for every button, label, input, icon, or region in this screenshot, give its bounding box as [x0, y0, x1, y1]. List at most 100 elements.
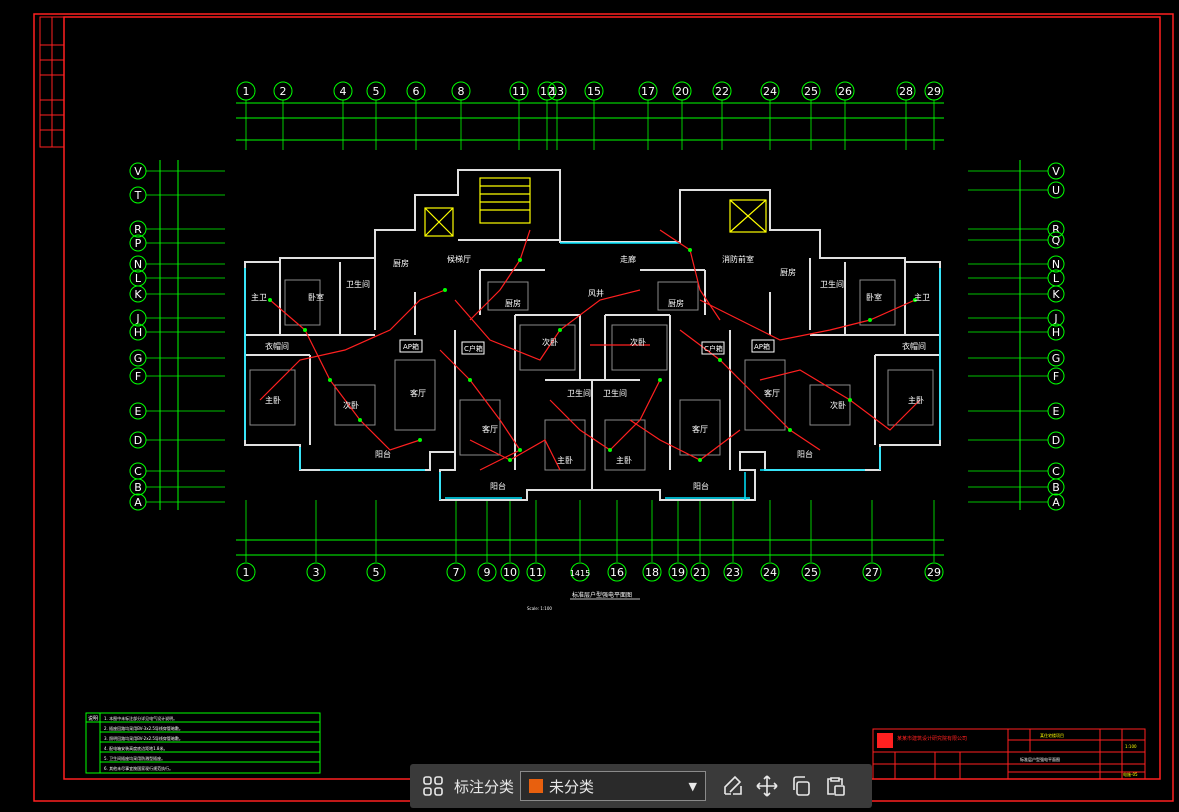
axis-label: K	[1052, 288, 1060, 301]
edit-icon[interactable]	[716, 769, 750, 803]
room-label: 次卧	[630, 337, 646, 347]
note-line: 3. 照明回路均采用BV-2x2.5导线穿管暗敷。	[104, 735, 183, 741]
axis-label: E	[135, 405, 142, 418]
axis-label: 11	[529, 566, 543, 579]
room-label: 厨房	[780, 267, 796, 277]
axis-label: 29	[927, 566, 941, 579]
axis-label: 22	[715, 85, 729, 98]
room-label: 次卧	[542, 337, 558, 347]
axis-label: 11	[512, 85, 526, 98]
axis-label: 9	[484, 566, 491, 579]
axis-label: 6	[413, 85, 420, 98]
axis-label: 15	[587, 85, 601, 98]
note-line: 5. 卫生间插座均采用防溅型插座。	[104, 755, 165, 761]
axis-label: 28	[899, 85, 913, 98]
note-line: 4. 配电箱安装高度底边距地1.8米。	[104, 745, 167, 751]
axis-label: 25	[804, 566, 818, 579]
panel-tag-texts: AP箱 C户箱 C户箱 AP箱	[403, 342, 770, 353]
axis-label: N	[134, 258, 142, 271]
axis-label: 27	[865, 566, 879, 579]
room-label: 衣帽间	[902, 341, 926, 351]
axis-label: J	[1053, 312, 1057, 325]
panel-tag: C户箱	[464, 344, 483, 353]
drawing-scale: 1:100	[1125, 744, 1137, 749]
copy-icon[interactable]	[784, 769, 818, 803]
axis-label: F	[135, 370, 141, 383]
axis-label: H	[1052, 326, 1060, 339]
room-label: 卧室	[308, 292, 324, 302]
axis-label: 17	[641, 85, 655, 98]
axis-label: 26	[838, 85, 852, 98]
axis-label: A	[1052, 496, 1060, 509]
floor-plan-walls	[244, 169, 941, 501]
category-dropdown[interactable]: 未分类 ▼	[520, 771, 707, 801]
move-icon[interactable]	[750, 769, 784, 803]
room-label: 卫生间	[346, 279, 370, 289]
room-label: 卫生间	[603, 388, 627, 398]
note-line: 6. 其他未尽事宜按国家现行规范执行。	[104, 765, 173, 771]
room-label: 次卧	[343, 400, 359, 410]
room-label: 卫生间	[820, 279, 844, 289]
axis-label: 4	[340, 85, 347, 98]
axis-label: 29	[927, 85, 941, 98]
category-selected: 未分类	[549, 777, 595, 796]
axis-label: T	[134, 189, 142, 202]
paste-icon[interactable]	[818, 769, 852, 803]
room-label: 客厅	[764, 388, 780, 398]
axis-label: B	[1052, 481, 1060, 494]
grid-view-icon[interactable]	[416, 769, 450, 803]
room-label: 厨房	[668, 298, 684, 308]
electrical-wiring	[259, 229, 921, 471]
room-label: 主卧	[557, 455, 573, 465]
company-logo	[877, 733, 893, 748]
notes-box: 说明 1. 本图中未标注部分详见电气设计说明。 2. 插座回路均采用BV-3x2…	[85, 712, 321, 774]
room-label: 衣帽间	[265, 341, 289, 351]
axis-label: 3	[313, 566, 320, 579]
category-color-swatch	[529, 779, 544, 793]
panel-tag: AP箱	[403, 342, 419, 351]
annotation-toolbar: 标注分类 未分类 ▼	[410, 764, 872, 808]
room-label: 候梯厅	[447, 254, 471, 264]
room-label: 走廊	[620, 254, 636, 264]
notes-header: 说明	[88, 715, 98, 722]
axis-label: V	[134, 165, 142, 178]
axis-label: 24	[763, 566, 777, 579]
axis-label: G	[1052, 352, 1061, 365]
left-binding-strip	[39, 16, 65, 148]
room-label: 次卧	[830, 400, 846, 410]
sheet-border	[33, 13, 1174, 802]
axis-label: N	[1052, 258, 1060, 271]
axis-label: L	[135, 272, 142, 285]
axis-label: 18	[645, 566, 659, 579]
plan-title: 标准层户型强电平面图	[572, 591, 632, 599]
cad-drawing-canvas[interactable]: 1 2 4 5 6 8 11 1213 15 17 20 22 24 25 26 28 29 1 3 5 7 9 10 11…	[0, 0, 1179, 812]
axis-label: 8	[458, 85, 465, 98]
axis-label: 20	[675, 85, 689, 98]
axis-label: H	[134, 326, 142, 339]
axis-label: 1415	[570, 569, 590, 578]
room-label: 阳台	[693, 481, 709, 491]
room-label: 主卫	[251, 292, 267, 302]
room-label: 阳台	[375, 449, 391, 459]
axis-label: P	[135, 237, 142, 250]
top-dimension-lines	[236, 102, 944, 141]
bottom-dimension-lines	[236, 539, 944, 556]
axis-label: U	[1052, 184, 1060, 197]
chevron-down-icon: ▼	[688, 779, 698, 793]
room-label: 厨房	[393, 258, 409, 268]
drawing-name: 标准层户型强电平面图	[1020, 756, 1060, 762]
axis-label: 5	[373, 85, 380, 98]
axis-label: E	[1053, 405, 1060, 418]
room-label: 客厅	[410, 388, 426, 398]
axis-label: L	[1053, 272, 1060, 285]
axis-label: V	[1052, 165, 1060, 178]
axis-label: C	[1052, 465, 1060, 478]
room-label: 主卫	[914, 292, 930, 302]
axis-label: C	[134, 465, 142, 478]
axis-label: D	[134, 434, 142, 447]
panel-tag: C户箱	[704, 344, 723, 353]
axis-label: 24	[763, 85, 777, 98]
panel-tag: AP箱	[754, 342, 770, 351]
room-label: 风井	[588, 288, 604, 298]
room-label: 卫生间	[567, 388, 591, 398]
